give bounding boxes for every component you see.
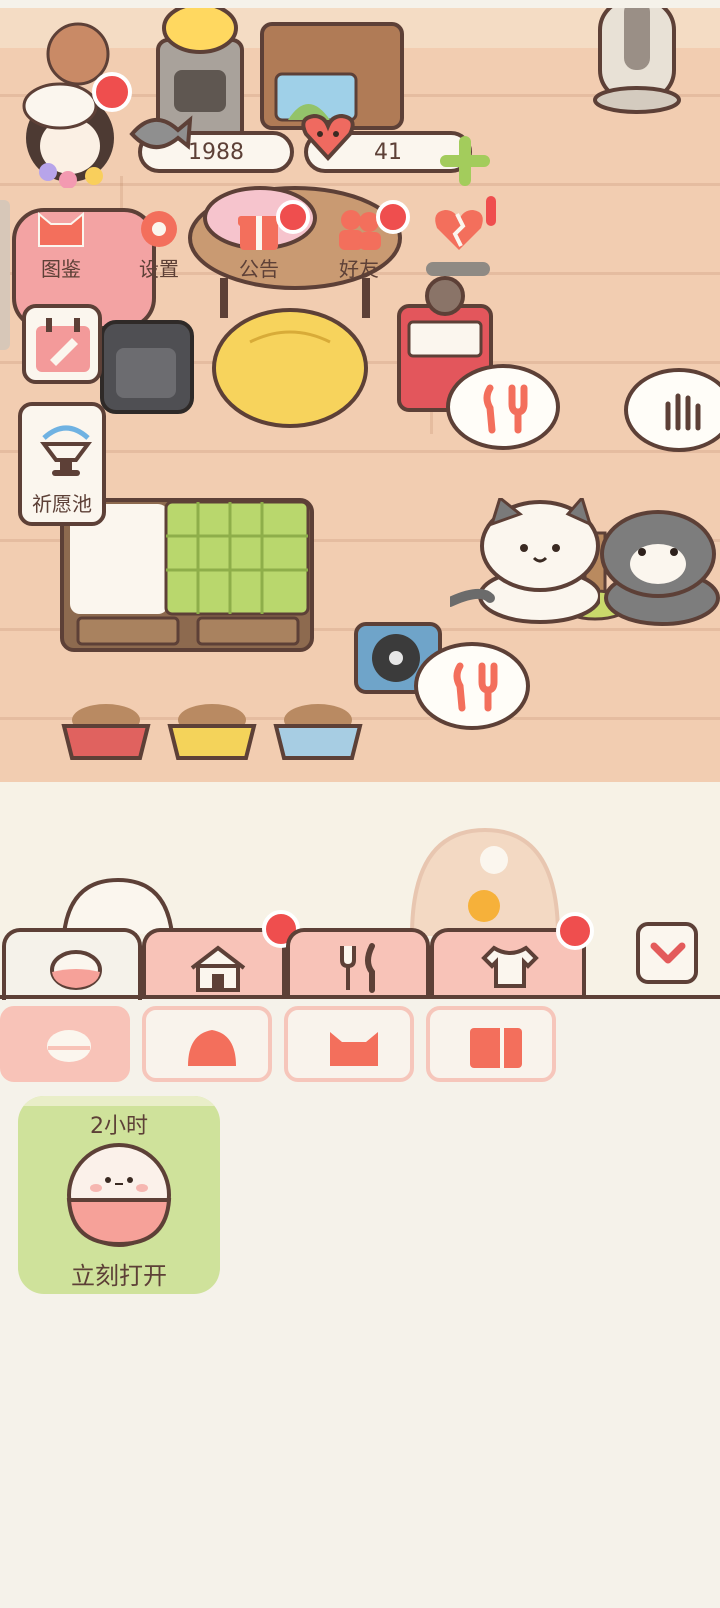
- friends-notification-badge: [376, 200, 410, 234]
- menu-announcement-label: 公告: [239, 257, 279, 281]
- gift-icon: [238, 216, 280, 250]
- cat-request-bubble-pet[interactable]: [624, 368, 720, 452]
- cat-head-icon: [330, 1032, 378, 1066]
- cat-gray[interactable]: [596, 508, 720, 628]
- fork-knife-icon: [483, 384, 528, 434]
- decor-chair-peek: [62, 877, 174, 934]
- wishing-pool-button[interactable]: 祈愿池: [18, 402, 106, 526]
- food-bowl-blue[interactable]: [272, 696, 366, 766]
- wishing-pool-label: 祈愿池: [32, 492, 92, 516]
- menu-settings-label: 设置: [139, 257, 179, 281]
- capsule-outline-icon: [47, 1030, 91, 1062]
- food-bowl-yellow[interactable]: [166, 696, 260, 766]
- collapse-panel-button[interactable]: [636, 922, 698, 984]
- shirt-icon: [481, 945, 539, 988]
- fish-currency-value: 1988: [188, 139, 244, 165]
- tabbar-divider: [0, 995, 720, 999]
- broken-heart-icon: [435, 210, 483, 250]
- add-currency-plus-icon[interactable]: [440, 136, 490, 186]
- menu-settings-button[interactable]: 设置: [118, 200, 200, 282]
- side-drawer-handle[interactable]: [0, 200, 10, 350]
- food-bowl-red[interactable]: [60, 696, 154, 766]
- heart-icon: [301, 113, 355, 161]
- avatar-notification-badge: [92, 72, 132, 112]
- fountain-icon: [40, 425, 92, 476]
- menu-collection-button[interactable]: 图鉴: [20, 200, 102, 282]
- event-progress-bar: [426, 262, 490, 276]
- calendar-pencil-icon: [36, 318, 90, 372]
- capsule-item-card[interactable]: 2小时 立刻打开: [18, 1096, 220, 1294]
- tab-capsule[interactable]: [2, 928, 142, 1000]
- backpack-item[interactable]: [96, 308, 198, 416]
- open-now-button[interactable]: 立刻打开: [18, 1256, 220, 1291]
- cat-calico[interactable]: [450, 498, 600, 628]
- fork-knife-icon: [453, 662, 498, 712]
- calendar-button[interactable]: [22, 304, 102, 384]
- decor-flower-dome: [410, 827, 560, 936]
- capsule-timer: 2小时: [90, 1114, 148, 1139]
- heater-furniture[interactable]: [590, 8, 690, 120]
- cat-request-bubble-food[interactable]: [414, 642, 530, 730]
- hand-icon: [665, 393, 701, 431]
- tab-food[interactable]: [286, 928, 430, 998]
- subtab-capsule[interactable]: [0, 1006, 130, 1082]
- card-top-band: [18, 1096, 220, 1106]
- subtab-food-items[interactable]: [142, 1006, 272, 1082]
- subtab-cat-items[interactable]: [284, 1006, 414, 1082]
- capsule-icon: [50, 950, 102, 990]
- menu-friends-label: 好友: [339, 257, 379, 281]
- announcement-notification-badge: [276, 200, 310, 234]
- exclamation-alert-icon: [486, 196, 496, 226]
- heart-currency-value: 41: [374, 139, 402, 165]
- subtab-furniture-items[interactable]: [426, 1006, 556, 1082]
- fork-knife-icon: [340, 943, 375, 993]
- food-pile-icon: [188, 1030, 236, 1066]
- outfit-tab-badge: [556, 912, 594, 950]
- beanbag-furniture[interactable]: [210, 302, 372, 432]
- fish-icon: [129, 115, 193, 150]
- menu-collection-label: 图鉴: [41, 257, 81, 281]
- gear-icon: [141, 211, 177, 247]
- capsule-icon: [66, 1143, 172, 1247]
- game-screen: 1988 41 图鉴 设置 公告 好友 祈愿池 2小时 立刻打开: [0, 0, 720, 1608]
- cabinet-icon: [470, 1028, 522, 1068]
- cat-request-bubble-food[interactable]: [446, 364, 560, 450]
- chevron-down-icon: [650, 942, 686, 964]
- cat-face-icon: [38, 211, 84, 247]
- house-icon: [190, 945, 246, 992]
